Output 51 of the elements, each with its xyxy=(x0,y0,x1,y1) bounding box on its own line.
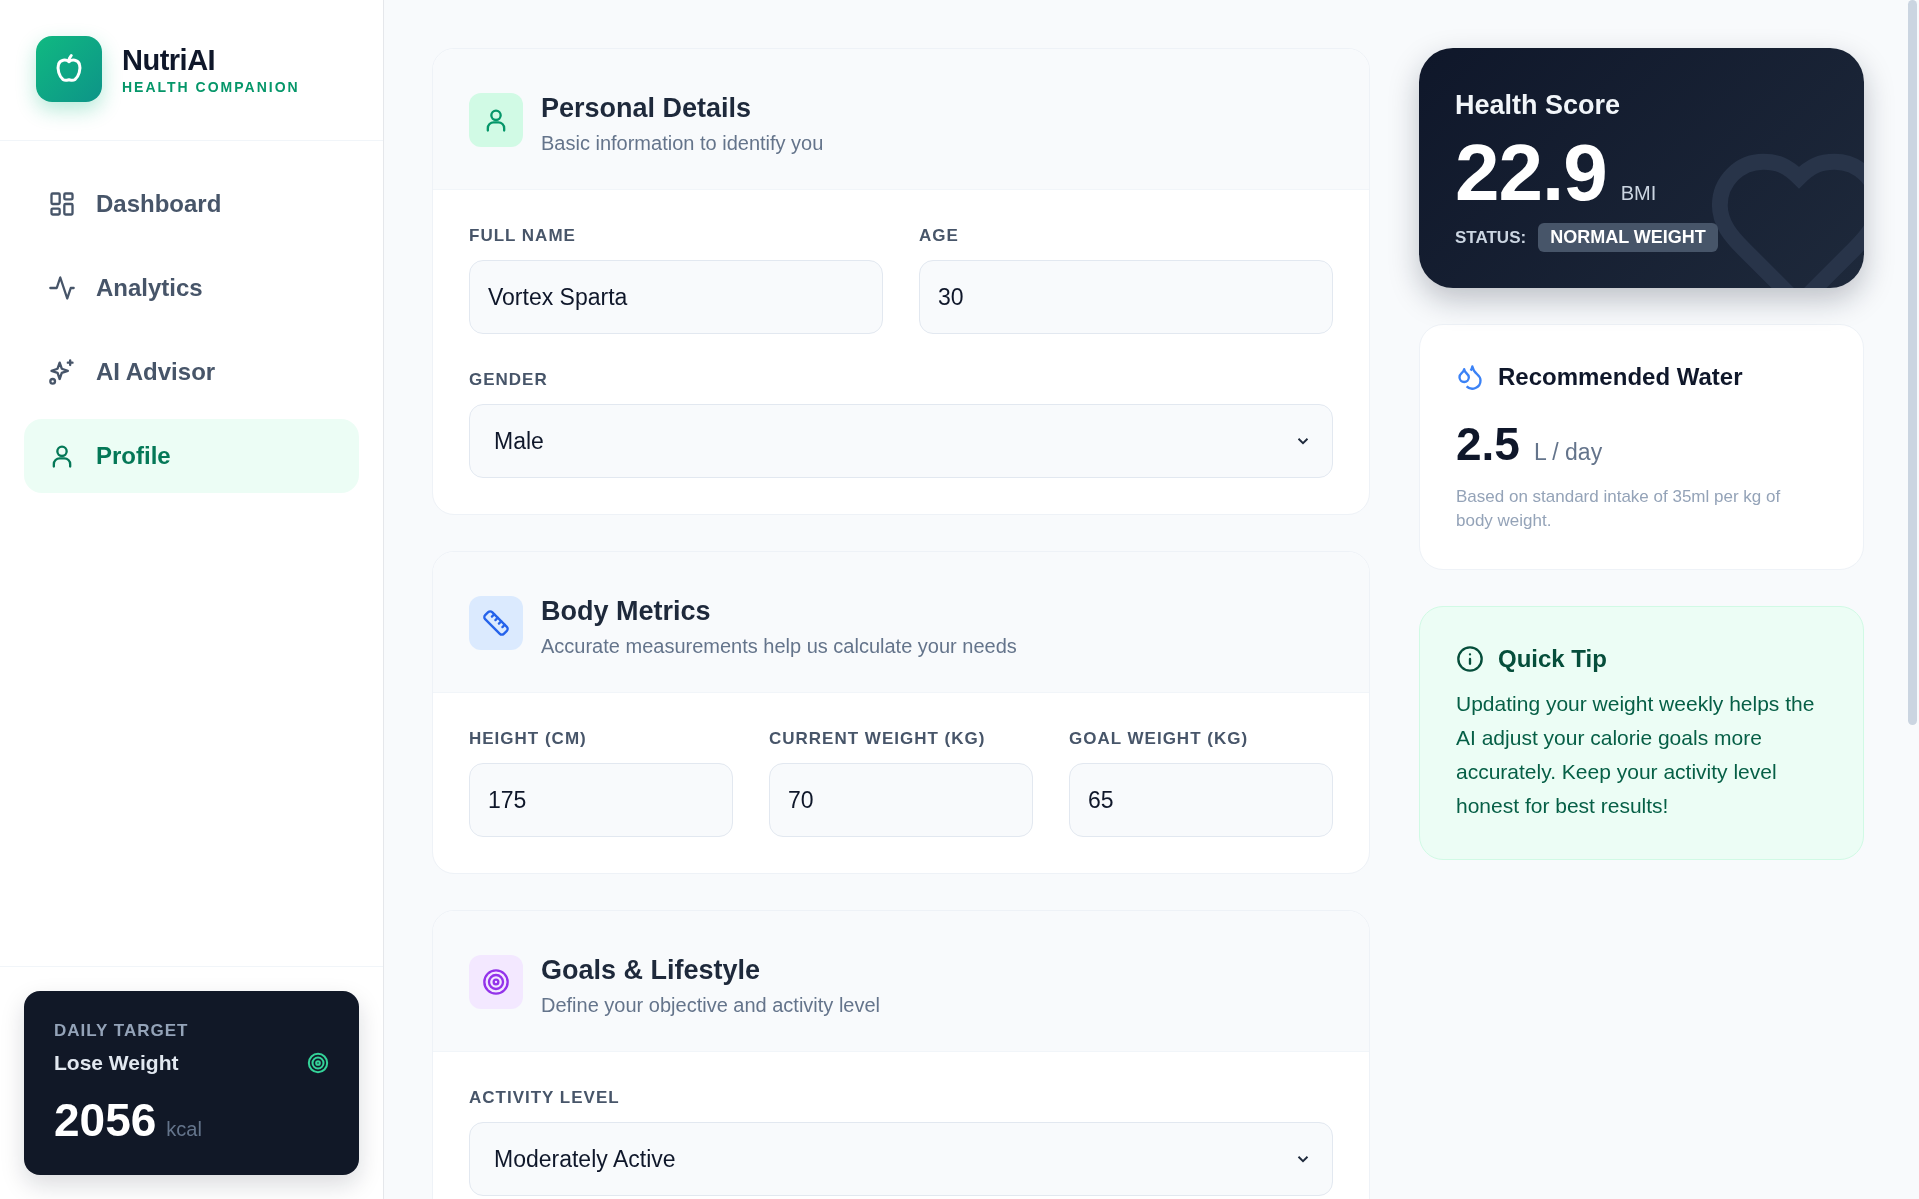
input-field[interactable]: 70 xyxy=(769,763,1033,837)
nav-item[interactable]: Analytics xyxy=(24,251,359,325)
nav-item[interactable]: AI Advisor xyxy=(24,335,359,409)
water-unit: L / day xyxy=(1533,439,1603,466)
scrollbar[interactable] xyxy=(1908,0,1917,725)
target-goal: Lose Weight xyxy=(54,1051,179,1075)
target-icon xyxy=(307,1052,329,1074)
target-icon xyxy=(482,968,510,996)
section-subtitle: Basic information to identify you xyxy=(541,132,824,155)
nav-item[interactable]: Dashboard xyxy=(24,167,359,241)
pulse-icon xyxy=(48,274,76,302)
input-field[interactable]: 65 xyxy=(1069,763,1333,837)
section-title: Personal Details xyxy=(541,93,753,124)
water-value: 2.5 xyxy=(1456,417,1520,471)
field-label: ACTIVITY LEVEL xyxy=(469,1088,621,1108)
field-label: CURRENT WEIGHT (KG) xyxy=(769,729,987,749)
bmi-value: 22.9 xyxy=(1455,127,1607,219)
status-badge: NORMAL WEIGHT xyxy=(1538,223,1718,252)
field-label: GOAL WEIGHT (KG) xyxy=(1069,729,1250,749)
tip-text: Updating your weight weekly helps the AI adjust your calorie goals more accurately. Keep your activity level honest for best results! xyxy=(1456,691,1816,819)
select-field[interactable]: Male xyxy=(469,404,1333,478)
droplets-icon xyxy=(1456,363,1484,391)
tip-title: Quick Tip xyxy=(1498,645,1607,673)
water-note: Based on standard intake of 35ml per kg of body weight. xyxy=(1456,486,1782,532)
field-label: HEIGHT (CM) xyxy=(469,729,588,749)
nav-item[interactable]: Profile xyxy=(24,419,359,493)
calorie-value: 2056 xyxy=(54,1093,157,1147)
ruler-icon xyxy=(482,609,510,637)
input-field[interactable]: 175 xyxy=(469,763,733,837)
apple-logo xyxy=(36,36,102,102)
calorie-unit: kcal xyxy=(166,1118,202,1141)
info-icon xyxy=(1456,645,1484,673)
score-title: Health Score xyxy=(1455,90,1622,121)
section-title: Body Metrics xyxy=(541,596,712,627)
section-subtitle: Accurate measurements help us calculate your needs xyxy=(541,635,1017,658)
status-label: STATUS: xyxy=(1455,227,1527,248)
water-title: Recommended Water xyxy=(1498,363,1743,391)
select-field[interactable]: Moderately Active xyxy=(469,1122,1333,1196)
app-name: NutriAI xyxy=(122,43,217,77)
target-label: DAILY TARGET xyxy=(54,1021,190,1041)
field-label: FULL NAME xyxy=(469,226,577,246)
section-title: Goals & Lifestyle xyxy=(541,955,762,986)
input-field[interactable]: 30 xyxy=(919,260,1333,334)
field-label: AGE xyxy=(919,226,960,246)
input-field[interactable]: Vortex Sparta xyxy=(469,260,883,334)
field-label: GENDER xyxy=(469,370,549,390)
sparkle-icon xyxy=(48,358,76,386)
app-tagline: HEALTH COMPANION xyxy=(122,78,300,95)
grid-icon xyxy=(48,190,76,218)
section-subtitle: Define your objective and activity level xyxy=(541,994,881,1017)
bmi-unit: BMI xyxy=(1620,182,1657,205)
